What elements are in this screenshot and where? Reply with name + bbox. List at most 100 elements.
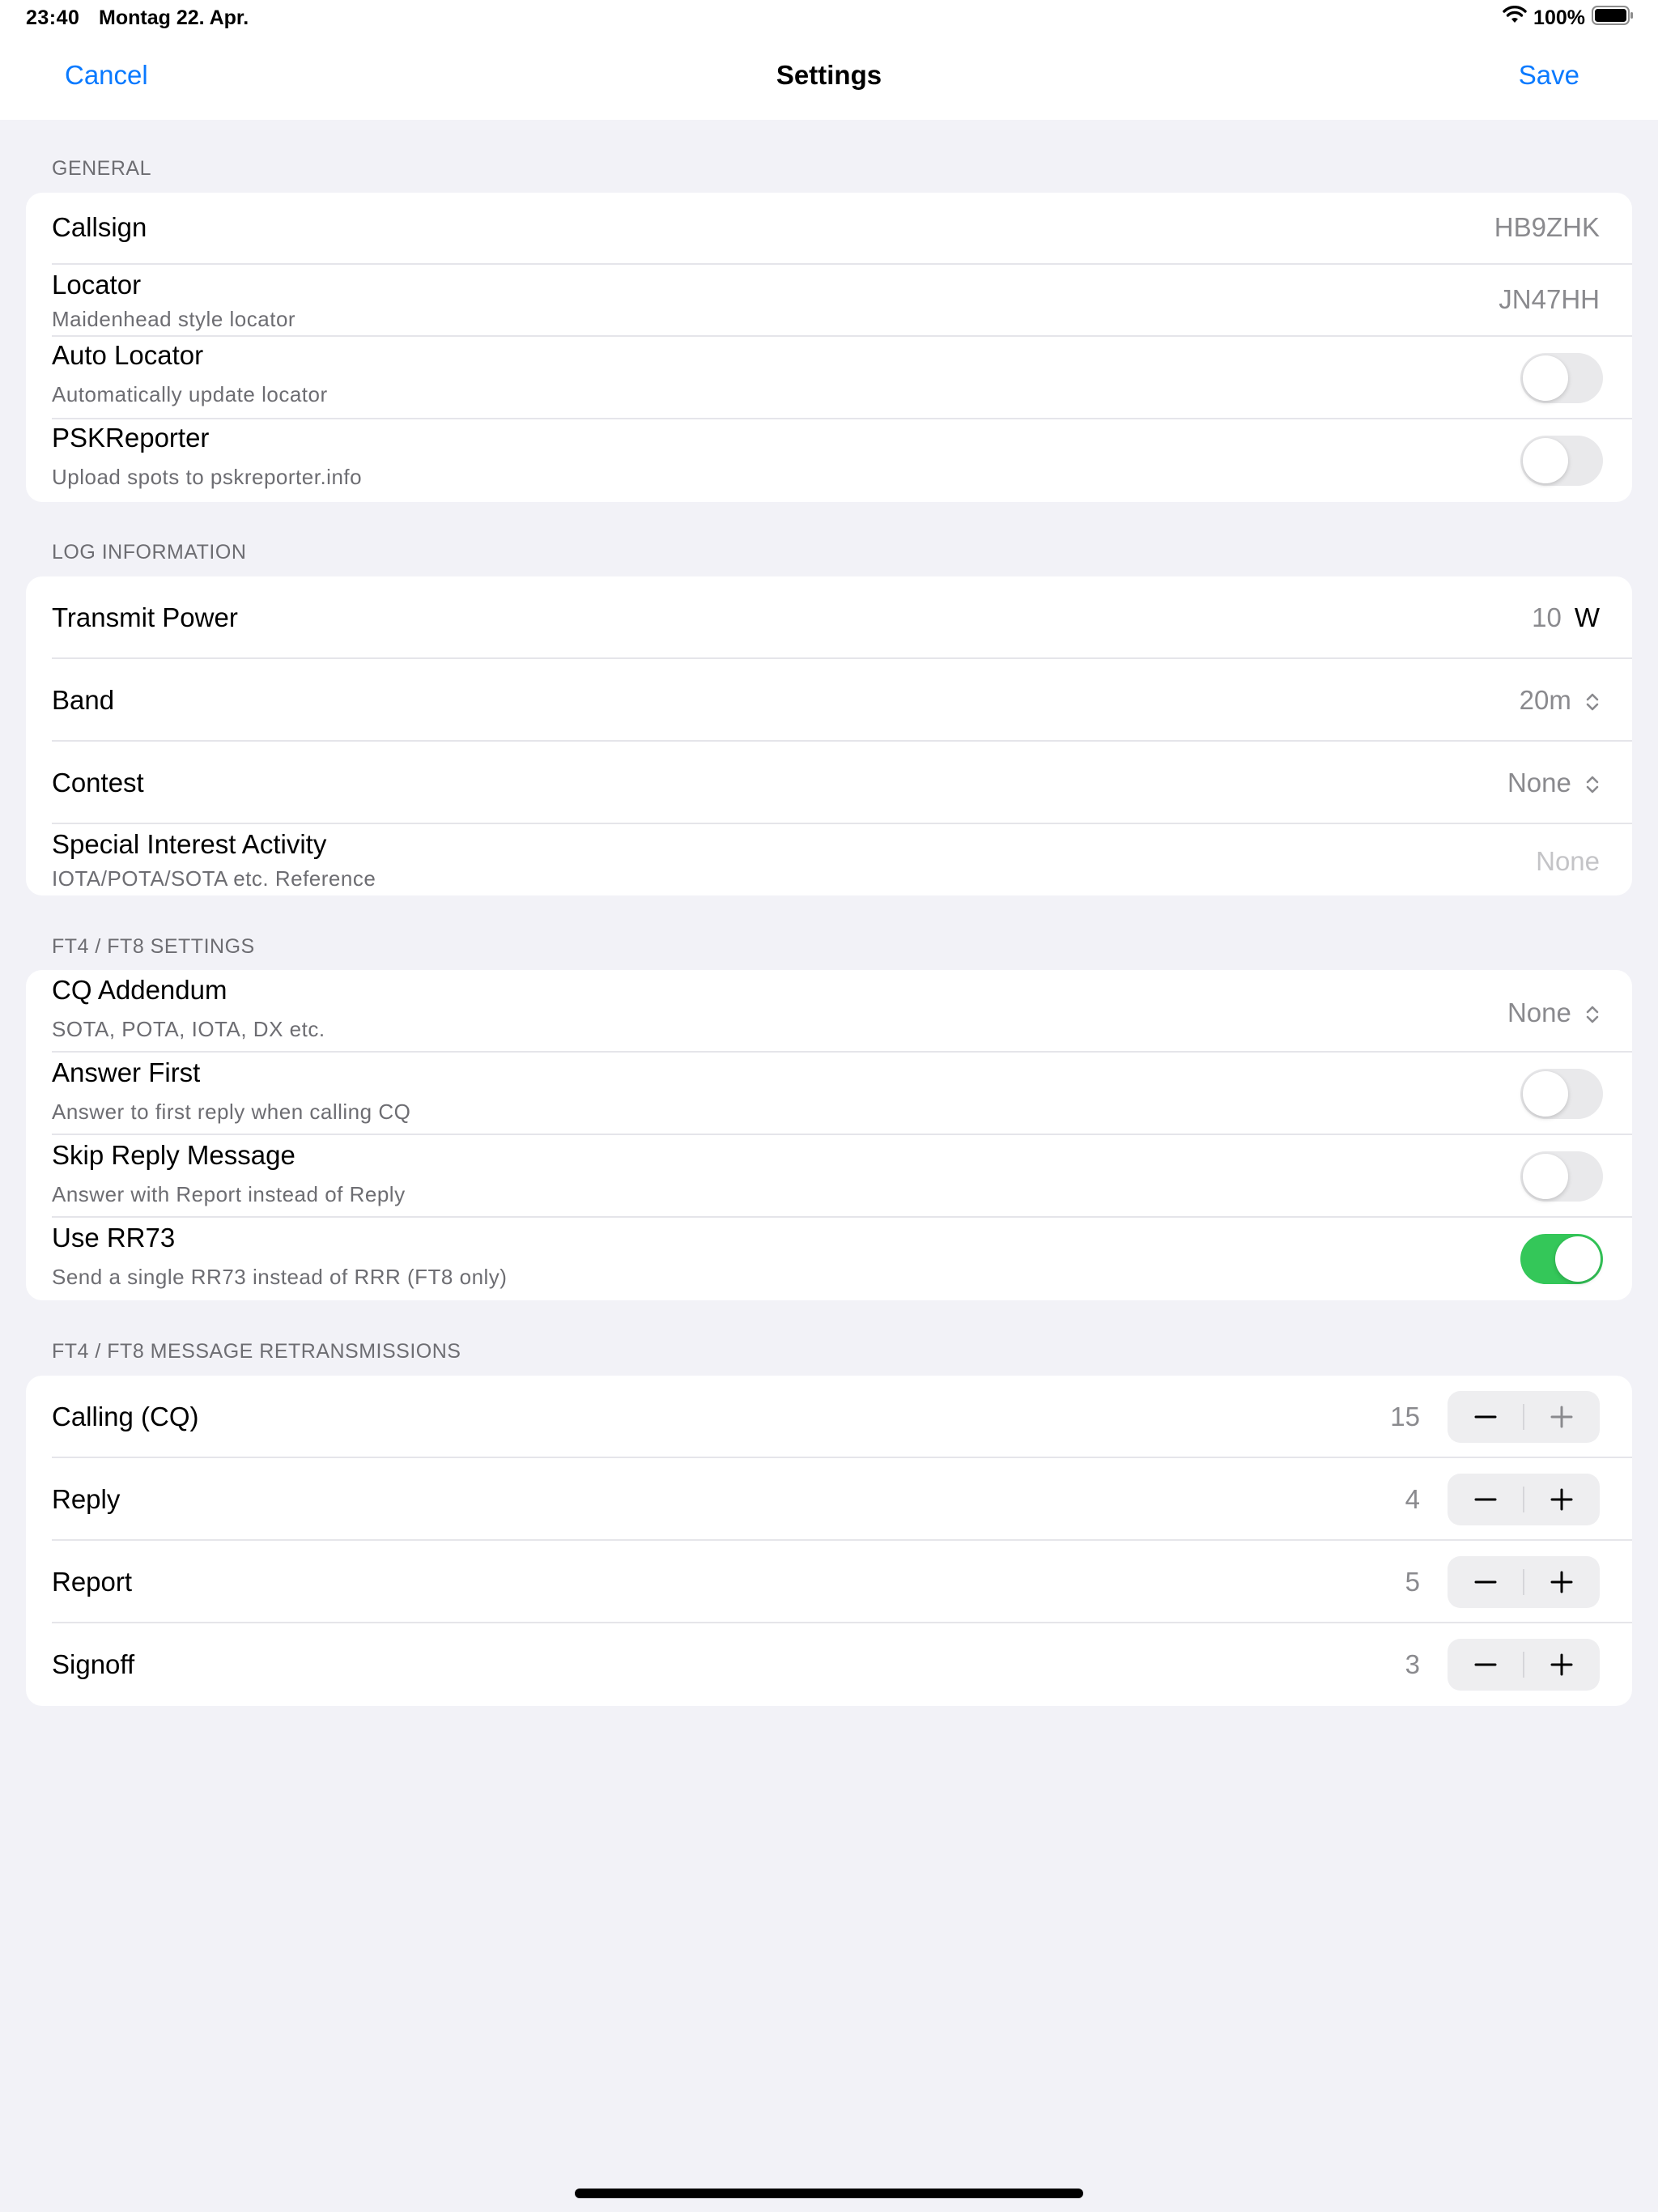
auto-locator-toggle[interactable]	[1520, 353, 1603, 403]
status-right: 100%	[1503, 5, 1634, 32]
band-row[interactable]: Band 20m	[26, 659, 1632, 742]
retransmissions-card: Calling (CQ) 15 Reply 4 Report 5 Signoff…	[26, 1376, 1632, 1706]
pskreporter-label: PSKReporter	[52, 423, 210, 453]
skip-reply-subtitle: Answer with Report instead of Reply	[52, 1182, 406, 1206]
calling-label: Calling (CQ)	[52, 1402, 199, 1431]
band-picker[interactable]: 20m	[1520, 685, 1600, 716]
contest-picker[interactable]: None	[1507, 768, 1600, 798]
battery-icon	[1592, 5, 1634, 32]
use-rr73-toggle[interactable]	[1520, 1234, 1603, 1284]
report-row: Report 5	[26, 1541, 1632, 1623]
chevron-up-down-icon	[1586, 776, 1599, 793]
locator-row[interactable]: Locator Maidenhead style locator JN47HH	[26, 265, 1632, 337]
reply-label: Reply	[52, 1484, 121, 1514]
calling-stepper	[1448, 1391, 1600, 1443]
chevron-up-down-icon	[1586, 1006, 1599, 1023]
cq-addendum-row[interactable]: CQ Addendum SOTA, POTA, IOTA, DX etc. No…	[26, 970, 1632, 1053]
signoff-row: Signoff 3	[26, 1623, 1632, 1706]
skip-reply-toggle[interactable]	[1520, 1151, 1603, 1202]
log-information-card: Transmit Power 10 W Band 20m Contest None…	[26, 576, 1632, 895]
wifi-icon	[1503, 6, 1527, 31]
callsign-label: Callsign	[52, 212, 147, 242]
auto-locator-subtitle: Automatically update locator	[52, 382, 328, 406]
signoff-label: Signoff	[52, 1649, 135, 1679]
decrement-button[interactable]	[1448, 1639, 1524, 1691]
sia-field[interactable]: None	[1536, 846, 1600, 877]
home-indicator[interactable]	[575, 2189, 1083, 2198]
transmit-power-row[interactable]: Transmit Power 10 W	[26, 576, 1632, 659]
decrement-button[interactable]	[1448, 1556, 1524, 1608]
section-header-retransmissions: FT4 / FT8 MESSAGE RETRANSMISSIONS	[52, 1340, 461, 1363]
cq-addendum-value: None	[1507, 998, 1571, 1027]
plus-icon	[1550, 1406, 1573, 1428]
contest-row[interactable]: Contest None	[26, 742, 1632, 824]
page-title: Settings	[776, 60, 882, 90]
pskreporter-subtitle: Upload spots to pskreporter.info	[52, 465, 363, 489]
increment-button[interactable]	[1524, 1556, 1600, 1608]
report-value: 5	[1405, 1567, 1420, 1597]
skip-reply-row: Skip Reply Message Answer with Report in…	[26, 1135, 1632, 1218]
signoff-value: 3	[1405, 1649, 1420, 1679]
navigation-bar: Cancel Settings Save	[0, 39, 1658, 120]
save-button[interactable]: Save	[1519, 60, 1579, 91]
decrement-button[interactable]	[1448, 1474, 1524, 1525]
decrement-button[interactable]	[1448, 1391, 1524, 1443]
report-label: Report	[52, 1567, 133, 1597]
section-header-log-information: LOG INFORMATION	[52, 541, 247, 564]
plus-icon	[1550, 1488, 1573, 1511]
reply-row: Reply 4	[26, 1458, 1632, 1541]
special-interest-activity-row[interactable]: Special Interest Activity IOTA/POTA/SOTA…	[26, 824, 1632, 895]
transmit-power-unit: W	[1574, 602, 1600, 632]
locator-subtitle: Maidenhead style locator	[52, 307, 296, 331]
sia-label: Special Interest Activity	[52, 829, 327, 859]
section-header-ft-settings: FT4 / FT8 SETTINGS	[52, 935, 255, 958]
increment-button[interactable]	[1524, 1391, 1600, 1443]
increment-button[interactable]	[1524, 1639, 1600, 1691]
answer-first-toggle[interactable]	[1520, 1069, 1603, 1119]
locator-label: Locator	[52, 270, 142, 300]
locator-field[interactable]: JN47HH	[1499, 284, 1600, 315]
auto-locator-label: Auto Locator	[52, 340, 204, 370]
chevron-up-down-icon	[1586, 693, 1599, 711]
callsign-field[interactable]: HB9ZHK	[1494, 212, 1600, 243]
use-rr73-row: Use RR73 Send a single RR73 instead of R…	[26, 1218, 1632, 1300]
band-value: 20m	[1519, 685, 1571, 715]
status-time: 23:40	[26, 6, 80, 29]
answer-first-row: Answer First Answer to first reply when …	[26, 1053, 1632, 1135]
use-rr73-label: Use RR73	[52, 1223, 176, 1253]
status-bar: 23:40 Montag 22. Apr. 100%	[0, 0, 1658, 39]
report-stepper	[1448, 1556, 1600, 1608]
band-label: Band	[52, 685, 115, 715]
sia-subtitle: IOTA/POTA/SOTA etc. Reference	[52, 866, 376, 891]
transmit-power-label: Transmit Power	[52, 602, 238, 632]
battery-percent: 100%	[1533, 6, 1585, 29]
answer-first-subtitle: Answer to first reply when calling CQ	[52, 1100, 411, 1124]
increment-button[interactable]	[1524, 1474, 1600, 1525]
general-card: Callsign HB9ZHK Locator Maidenhead style…	[26, 193, 1632, 502]
minus-icon	[1474, 1498, 1497, 1501]
minus-icon	[1474, 1415, 1497, 1419]
status-date: Montag 22. Apr.	[99, 6, 249, 29]
cq-addendum-picker[interactable]: None	[1507, 998, 1600, 1028]
signoff-stepper	[1448, 1639, 1600, 1691]
answer-first-label: Answer First	[52, 1057, 201, 1087]
skip-reply-label: Skip Reply Message	[52, 1140, 295, 1170]
ft-settings-card: CQ Addendum SOTA, POTA, IOTA, DX etc. No…	[26, 970, 1632, 1300]
calling-value: 15	[1390, 1402, 1420, 1431]
calling-row: Calling (CQ) 15	[26, 1376, 1632, 1458]
minus-icon	[1474, 1663, 1497, 1666]
cq-addendum-label: CQ Addendum	[52, 975, 227, 1005]
contest-label: Contest	[52, 768, 144, 798]
callsign-row[interactable]: Callsign HB9ZHK	[26, 193, 1632, 265]
cq-addendum-subtitle: SOTA, POTA, IOTA, DX etc.	[52, 1017, 325, 1041]
auto-locator-row: Auto Locator Automatically update locato…	[26, 337, 1632, 419]
plus-icon	[1550, 1571, 1573, 1593]
contest-value: None	[1507, 768, 1571, 798]
pskreporter-toggle[interactable]	[1520, 436, 1603, 486]
minus-icon	[1474, 1580, 1497, 1584]
plus-icon	[1550, 1653, 1573, 1676]
reply-value: 4	[1405, 1484, 1420, 1514]
transmit-power-field[interactable]: 10	[1532, 602, 1562, 632]
pskreporter-row: PSKReporter Upload spots to pskreporter.…	[26, 419, 1632, 502]
section-header-general: GENERAL	[52, 157, 151, 180]
